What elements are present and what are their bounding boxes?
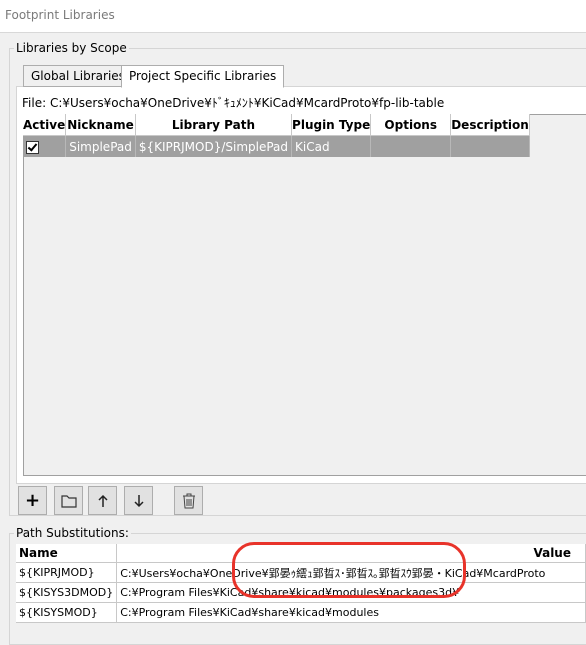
arrow-down-icon	[133, 494, 144, 507]
path-value-cell[interactable]: C:¥Program Files¥KiCad¥share¥kicad¥modul…	[116, 582, 586, 603]
nickname-cell[interactable]: SimplePad	[65, 135, 136, 157]
plugin-type-cell[interactable]: KiCad	[291, 135, 372, 157]
table-row[interactable]: ${KISYSMOD} C:¥Program Files¥KiCad¥share…	[16, 602, 586, 623]
col-active[interactable]: Active	[23, 114, 67, 136]
file-path: C:¥Users¥ocha¥OneDrive¥ﾄﾞｷｭﾒﾝﾄ¥KiCad¥Mca…	[49, 96, 445, 110]
description-cell[interactable]	[450, 135, 530, 157]
active-cell[interactable]	[23, 135, 67, 157]
path-substitutions-table: Name Value ${KIPRJMOD} C:¥Users¥ocha¥One…	[16, 544, 586, 623]
arrow-up-icon	[97, 494, 108, 507]
path-name-cell[interactable]: ${KIPRJMOD}	[16, 562, 118, 583]
delete-library-button[interactable]	[174, 486, 203, 515]
col-options[interactable]: Options	[370, 114, 452, 136]
file-path-line: File: C:¥Users¥ocha¥OneDrive¥ﾄﾞｷｭﾒﾝﾄ¥KiC…	[22, 94, 444, 111]
plus-icon: +	[24, 490, 41, 511]
col-library-path[interactable]: Library Path	[135, 114, 293, 136]
col-plugin-type[interactable]: Plugin Type	[291, 114, 372, 136]
title-bar: Footprint Libraries	[0, 0, 586, 33]
table-row[interactable]: ${KIPRJMOD} C:¥Users¥ocha¥OneDrive¥郢晏ｩ繧ｭ…	[16, 562, 586, 583]
tab-global-libraries[interactable]: Global Libraries	[23, 65, 133, 87]
add-library-button[interactable]: +	[18, 486, 47, 515]
path-name-cell[interactable]: ${KISYS3DMOD}	[16, 582, 118, 603]
path-table-header: Name Value	[16, 544, 586, 563]
col-description[interactable]: Description	[450, 114, 530, 136]
col-nickname[interactable]: Nickname	[65, 114, 136, 136]
libraries-by-scope-label: Libraries by Scope	[14, 41, 129, 55]
folder-icon	[60, 494, 77, 508]
path-substitutions-label: Path Substitutions:	[14, 526, 131, 540]
move-up-button[interactable]	[88, 486, 117, 515]
path-name-cell[interactable]: ${KISYSMOD}	[16, 602, 118, 623]
window-title: Footprint Libraries	[5, 8, 115, 22]
table-row[interactable]: SimplePad ${KIPRJMOD}/SimplePad KiCad	[23, 135, 530, 157]
library-path-cell[interactable]: ${KIPRJMOD}/SimplePad	[135, 135, 293, 157]
path-value-cell[interactable]: C:¥Users¥ocha¥OneDrive¥郢晏ｩ繧ｭ郢晢ｽ･郢晢ｽ｡郢晢ｽｳ…	[116, 562, 586, 583]
browse-library-button[interactable]	[54, 486, 83, 515]
active-checkbox[interactable]	[26, 140, 39, 154]
library-table-header: Active Nickname Library Path Plugin Type…	[23, 114, 530, 136]
trash-icon	[182, 493, 195, 508]
options-cell[interactable]	[370, 135, 452, 157]
file-label: File:	[22, 96, 47, 110]
move-down-button[interactable]	[124, 486, 153, 515]
tab-project-specific-libraries[interactable]: Project Specific Libraries	[121, 65, 285, 88]
table-row[interactable]: ${KISYS3DMOD} C:¥Program Files¥KiCad¥sha…	[16, 582, 586, 603]
library-grid-area	[23, 114, 586, 476]
library-table: Active Nickname Library Path Plugin Type…	[23, 114, 530, 157]
col-name[interactable]: Name	[16, 544, 118, 563]
col-value[interactable]: Value	[116, 544, 586, 563]
path-value-cell[interactable]: C:¥Program Files¥KiCad¥share¥kicad¥modul…	[116, 602, 586, 623]
